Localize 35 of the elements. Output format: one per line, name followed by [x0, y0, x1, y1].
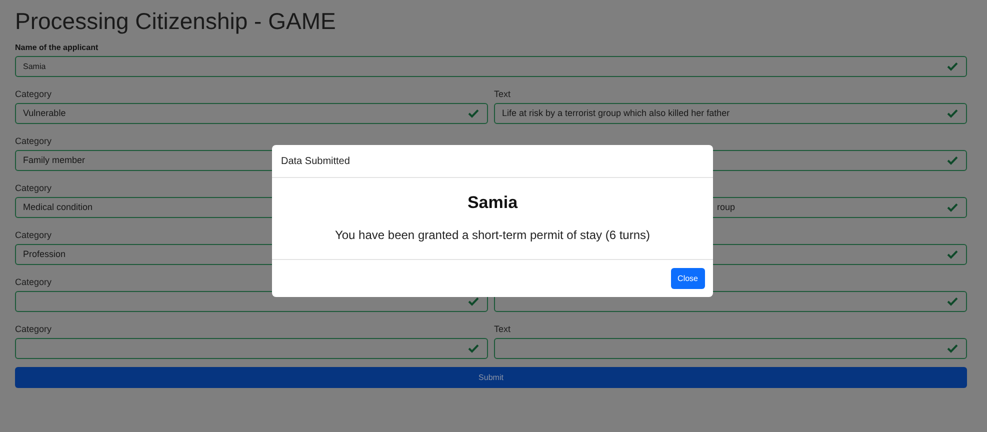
- input-field[interactable]: Samia: [15, 56, 967, 77]
- field-value: Medical condition: [23, 202, 93, 212]
- field-label: Text: [494, 88, 511, 102]
- field-label: Category: [15, 323, 52, 336]
- checkmark-icon: [468, 344, 479, 353]
- input-field[interactable]: [494, 338, 967, 359]
- input-field[interactable]: [15, 338, 488, 359]
- field-value: Profession: [23, 248, 66, 259]
- checkmark-icon: [947, 203, 958, 212]
- field-value: Vulnerable: [23, 108, 66, 118]
- checkmark-icon: [947, 344, 958, 353]
- dialog-title: Data Submitted: [281, 154, 350, 168]
- checkmark-icon: [468, 297, 479, 306]
- field-label: Category: [15, 276, 52, 290]
- checkmark-icon: [468, 109, 479, 118]
- field-label: Name of the applicant: [15, 42, 98, 54]
- submit-button[interactable]: Submit: [15, 367, 967, 388]
- field-value: roup: [717, 202, 736, 212]
- input-field[interactable]: Vulnerable: [15, 103, 488, 124]
- field-value: Life at risk by a terrorist group which also killed her father: [502, 108, 730, 118]
- field-label: Text: [494, 323, 511, 336]
- field-label: Category: [15, 135, 52, 148]
- checkmark-icon: [947, 250, 958, 259]
- checkmark-icon: [947, 62, 958, 71]
- field-label: Category: [15, 229, 52, 242]
- dialog-message: You have been granted a short-term permit of stay (6 turns): [334, 226, 650, 244]
- field-value: Family member: [23, 154, 86, 165]
- field-label: Category: [15, 88, 52, 102]
- checkmark-icon: [947, 109, 958, 118]
- close-button[interactable]: Close: [670, 268, 705, 289]
- page-title: Processing Citizenship - GAME: [15, 7, 336, 36]
- field-label: Category: [15, 182, 52, 196]
- checkmark-icon: [947, 297, 958, 306]
- checkmark-icon: [947, 156, 958, 165]
- input-field[interactable]: Life at risk by a terrorist group which also killed her father: [494, 103, 967, 124]
